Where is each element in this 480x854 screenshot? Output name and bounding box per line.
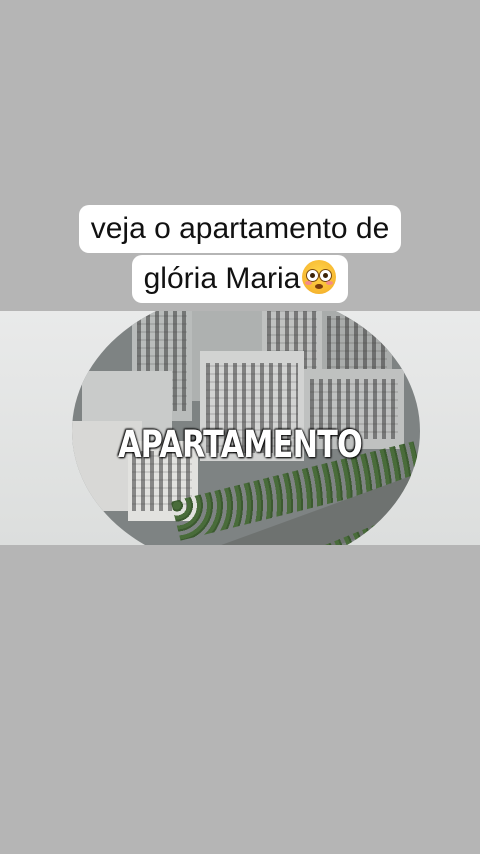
caption-block: veja o apartamento de glória Maria — [0, 205, 480, 303]
caption-line-1: veja o apartamento de — [78, 205, 402, 253]
caption-line-2: glória Maria — [131, 255, 349, 303]
video-frame[interactable]: APARTAMENTO — [0, 311, 480, 545]
reel-screen: veja o apartamento de glória Maria APART… — [0, 0, 480, 854]
flushed-face-emoji-icon — [302, 260, 337, 294]
video-overlay-title: APARTAMENTO — [117, 423, 363, 466]
caption-text-1: veja o apartamento de — [90, 212, 390, 245]
caption-text-2: glória Maria — [143, 262, 301, 295]
